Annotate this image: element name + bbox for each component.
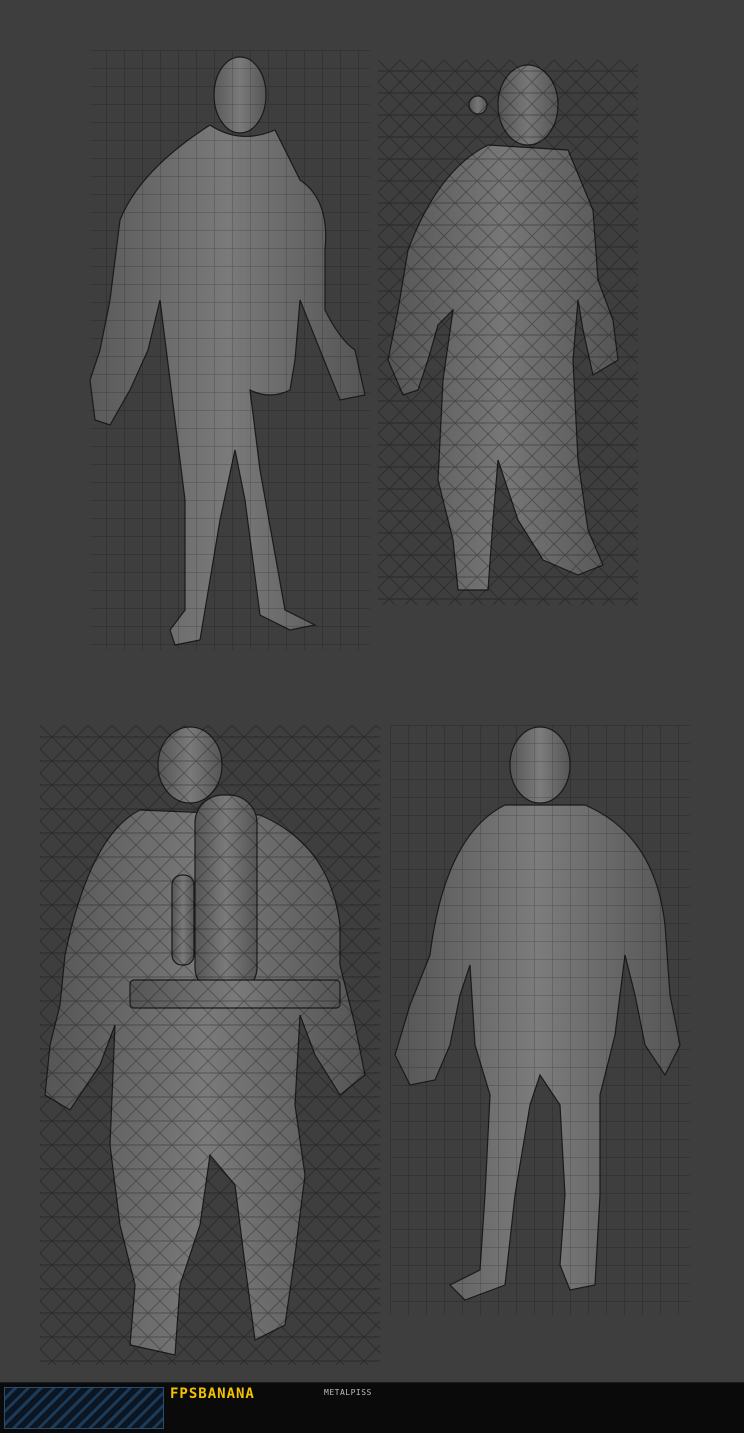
render-viewport	[0, 0, 744, 1382]
author-label: METALPISS	[324, 1388, 372, 1397]
back-outfit-mesh	[40, 725, 380, 1365]
brand-logo-text: FPSBANANA	[170, 1386, 255, 1402]
front-body-mesh	[70, 50, 380, 660]
back-body-mesh	[390, 725, 690, 1315]
striped-badge	[4, 1387, 164, 1429]
front-outfit-mesh	[378, 60, 638, 605]
footer-bar: FPSBANANA METALPISS	[0, 1382, 744, 1433]
